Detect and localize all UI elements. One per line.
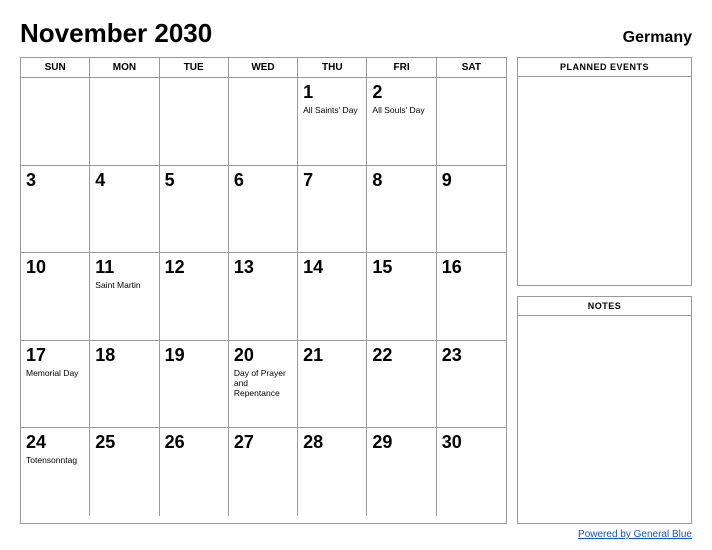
day-number: 16 bbox=[442, 257, 501, 278]
cal-cell: 18 bbox=[90, 341, 159, 429]
cal-cell: 22 bbox=[367, 341, 436, 429]
cal-cell bbox=[437, 78, 506, 166]
day-number: 13 bbox=[234, 257, 292, 278]
day-number: 25 bbox=[95, 432, 153, 453]
day-of-week-fri: FRI bbox=[367, 58, 436, 78]
cal-cell: 23 bbox=[437, 341, 506, 429]
cal-cell: 17 Memorial Day bbox=[21, 341, 90, 429]
cal-cell: 25 bbox=[90, 428, 159, 516]
cal-cell: 7 bbox=[298, 166, 367, 254]
day-number: 8 bbox=[372, 170, 430, 191]
cal-cell: 2 All Souls' Day bbox=[367, 78, 436, 166]
day-number: 7 bbox=[303, 170, 361, 191]
planned-events-box: PLANNED EVENTS bbox=[517, 57, 692, 286]
calendar-grid: 1 All Saints' Day 2 All Souls' Day 3456789 10… bbox=[21, 78, 506, 516]
day-number: 9 bbox=[442, 170, 501, 191]
day-number: 22 bbox=[372, 345, 430, 366]
day-number: 23 bbox=[442, 345, 501, 366]
day-number: 6 bbox=[234, 170, 292, 191]
day-number: 2 bbox=[372, 82, 430, 103]
day-number: 29 bbox=[372, 432, 430, 453]
cal-cell bbox=[90, 78, 159, 166]
notes-title: NOTES bbox=[518, 297, 691, 316]
cal-cell: 28 bbox=[298, 428, 367, 516]
sidebar: PLANNED EVENTS NOTES bbox=[517, 57, 692, 524]
day-number: 1 bbox=[303, 82, 361, 103]
cal-cell: 27 bbox=[229, 428, 298, 516]
day-number: 26 bbox=[165, 432, 223, 453]
day-number: 19 bbox=[165, 345, 223, 366]
notes-box: NOTES bbox=[517, 296, 692, 525]
day-of-week-wed: WED bbox=[229, 58, 298, 78]
day-number: 3 bbox=[26, 170, 84, 191]
cal-cell: 12 bbox=[160, 253, 229, 341]
day-of-week-mon: MON bbox=[90, 58, 159, 78]
cal-cell: 30 bbox=[437, 428, 506, 516]
cal-cell bbox=[160, 78, 229, 166]
cal-cell: 1 All Saints' Day bbox=[298, 78, 367, 166]
cal-cell: 6 bbox=[229, 166, 298, 254]
footer: Powered by General Blue bbox=[20, 529, 692, 540]
day-number: 27 bbox=[234, 432, 292, 453]
day-number: 18 bbox=[95, 345, 153, 366]
day-number: 12 bbox=[165, 257, 223, 278]
cal-cell: 5 bbox=[160, 166, 229, 254]
cal-cell: 16 bbox=[437, 253, 506, 341]
day-number: 4 bbox=[95, 170, 153, 191]
day-of-week-thu: THU bbox=[298, 58, 367, 78]
cal-cell: 19 bbox=[160, 341, 229, 429]
day-number: 24 bbox=[26, 432, 84, 453]
planned-events-title: PLANNED EVENTS bbox=[518, 58, 691, 77]
event-label: Saint Martin bbox=[95, 280, 153, 290]
cal-cell: 20Day of Prayer and Repentance bbox=[229, 341, 298, 429]
cal-cell: 14 bbox=[298, 253, 367, 341]
day-number: 14 bbox=[303, 257, 361, 278]
main-content: SUNMONTUEWEDTHUFRISAT 1 All Saints' Day 2 A… bbox=[20, 57, 692, 524]
event-label: Memorial Day bbox=[26, 368, 84, 378]
cal-cell: 10 bbox=[21, 253, 90, 341]
day-number: 21 bbox=[303, 345, 361, 366]
cal-cell: 9 bbox=[437, 166, 506, 254]
event-label: All Saints' Day bbox=[303, 105, 361, 115]
cal-cell bbox=[21, 78, 90, 166]
event-label: Day of Prayer and Repentance bbox=[234, 368, 292, 399]
day-of-week-sat: SAT bbox=[437, 58, 506, 78]
month-title: November 2030 bbox=[20, 18, 212, 49]
day-number: 20 bbox=[234, 345, 292, 366]
planned-events-content bbox=[518, 77, 691, 282]
event-label: All Souls' Day bbox=[372, 105, 430, 115]
cal-cell: 8 bbox=[367, 166, 436, 254]
cal-cell: 29 bbox=[367, 428, 436, 516]
calendar-header: SUNMONTUEWEDTHUFRISAT bbox=[21, 58, 506, 78]
cal-cell: 4 bbox=[90, 166, 159, 254]
day-number: 11 bbox=[95, 257, 153, 278]
day-number: 10 bbox=[26, 257, 84, 278]
day-of-week-tue: TUE bbox=[160, 58, 229, 78]
day-number: 28 bbox=[303, 432, 361, 453]
cal-cell: 11 Saint Martin bbox=[90, 253, 159, 341]
cal-cell: 13 bbox=[229, 253, 298, 341]
day-of-week-sun: SUN bbox=[21, 58, 90, 78]
cal-cell: 26 bbox=[160, 428, 229, 516]
day-number: 5 bbox=[165, 170, 223, 191]
day-number: 15 bbox=[372, 257, 430, 278]
event-label: Totensonntag bbox=[26, 455, 84, 465]
day-number: 17 bbox=[26, 345, 84, 366]
calendar: SUNMONTUEWEDTHUFRISAT 1 All Saints' Day 2 A… bbox=[20, 57, 507, 524]
cal-cell bbox=[229, 78, 298, 166]
cal-cell: 15 bbox=[367, 253, 436, 341]
country-title: Germany bbox=[623, 29, 692, 47]
powered-by-link[interactable]: Powered by General Blue bbox=[578, 529, 692, 540]
cal-cell: 21 bbox=[298, 341, 367, 429]
day-number: 30 bbox=[442, 432, 501, 453]
cal-cell: 24 Totensonntag bbox=[21, 428, 90, 516]
cal-cell: 3 bbox=[21, 166, 90, 254]
notes-content bbox=[518, 316, 691, 521]
